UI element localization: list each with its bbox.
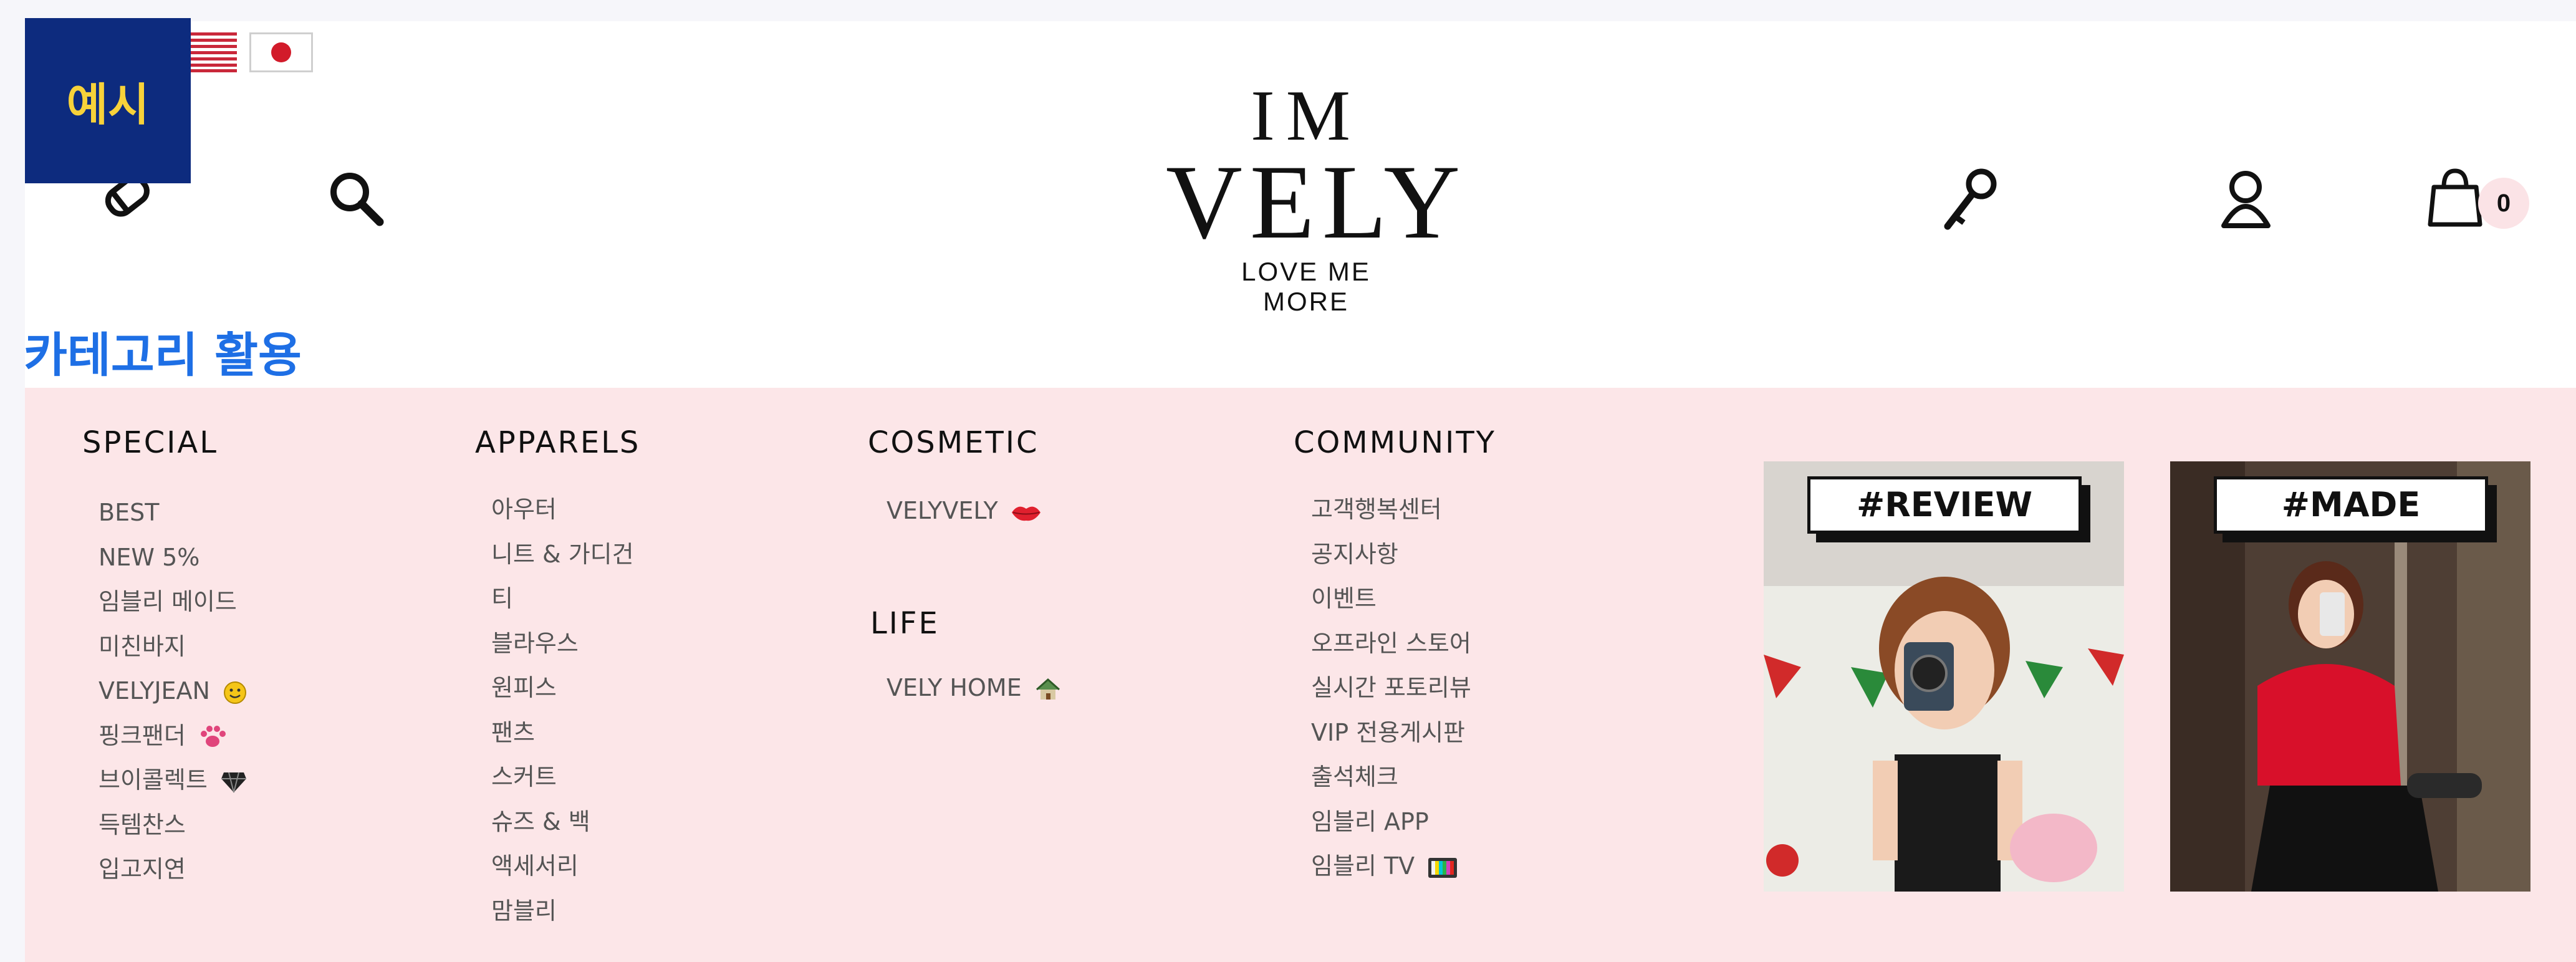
menu-item-vip-board[interactable]: VIP 전용게시판: [1311, 711, 1471, 756]
menu-item-onepiece[interactable]: 원피스: [491, 666, 634, 711]
menu-item-offline-store[interactable]: 오프라인 스토어: [1311, 622, 1471, 666]
menu-item-imvely-app[interactable]: 임블리 APP: [1311, 800, 1471, 845]
brand-logo[interactable]: IM VELY LOVE ME MORE: [1166, 76, 1468, 317]
menu-item-momvely[interactable]: 맘블리: [491, 889, 634, 934]
menu-heading-apparels[interactable]: APPARELS: [475, 425, 640, 460]
made-promo-label: #MADE: [2214, 476, 2488, 534]
menu-item-vely-home[interactable]: VELY HOME: [887, 666, 1062, 711]
example-badge-label: 예시: [66, 79, 150, 131]
menu-item-imvely-made[interactable]: 임블리 메이드: [99, 580, 248, 625]
smiley-icon: [224, 681, 247, 704]
logo-tagline-2: MORE: [1263, 287, 1349, 316]
menu-item-crazy-pants[interactable]: 미친바지: [99, 625, 248, 670]
shopping-bag-icon[interactable]: [2425, 167, 2484, 233]
diamond-icon: [221, 772, 246, 792]
menu-item-new[interactable]: NEW 5%: [99, 536, 248, 580]
paw-icon: [200, 726, 226, 747]
menu-item-velyvely[interactable]: VELYVELY: [887, 489, 1042, 534]
japan-flag-icon[interactable]: [249, 32, 313, 72]
mega-menu: SPECIAL BEST NEW 5% 임블리 메이드 미친바지 VELYJEA…: [25, 388, 2576, 962]
user-icon[interactable]: [2216, 168, 2276, 234]
house-icon: [1036, 678, 1060, 700]
menu-item-knit-cardigan[interactable]: 니트 & 가디건: [491, 532, 634, 577]
menu-heading-community[interactable]: COMMUNITY: [1294, 425, 1496, 460]
menu-item-pants[interactable]: 팬츠: [491, 711, 634, 756]
search-icon[interactable]: [326, 168, 385, 231]
review-promo-card[interactable]: #REVIEW: [1764, 461, 2124, 892]
menu-item-skirt[interactable]: 스커트: [491, 755, 634, 800]
category-section-title: 카테고리 활용: [24, 327, 302, 383]
menu-item-outer[interactable]: 아우터: [491, 488, 634, 532]
menu-item-customer-center[interactable]: 고객행복센터: [1311, 488, 1471, 532]
logo-line-1: IM: [1251, 76, 1362, 156]
logo-tagline-1: LOVE ME: [1241, 257, 1371, 286]
cart-count-badge: 0: [2478, 178, 2529, 229]
menu-item-imvely-tv[interactable]: 임블리 TV: [1311, 844, 1471, 889]
menu-heading-special[interactable]: SPECIAL: [82, 425, 218, 460]
menu-heading-life[interactable]: LIFE: [870, 606, 940, 641]
menu-item-pink-panther[interactable]: 핑크팬더: [99, 714, 248, 759]
review-promo-label: #REVIEW: [1807, 476, 2082, 534]
tv-icon: [1428, 857, 1458, 878]
menu-item-notice[interactable]: 공지사항: [1311, 532, 1471, 577]
menu-item-blouse[interactable]: 블라우스: [491, 622, 634, 666]
menu-item-deal-chance[interactable]: 득템찬스: [99, 803, 248, 848]
made-promo-card[interactable]: #MADE: [2170, 461, 2530, 892]
menu-item-best[interactable]: BEST: [99, 491, 248, 536]
menu-item-attendance[interactable]: 출석체크: [1311, 755, 1471, 800]
menu-item-v-collect[interactable]: 브이콜렉트: [99, 758, 248, 803]
menu-item-tee[interactable]: 티: [491, 577, 634, 622]
menu-heading-cosmetic[interactable]: COSMETIC: [868, 425, 1039, 460]
menu-item-accessory[interactable]: 액세서리: [491, 844, 634, 889]
us-flag-icon[interactable]: [187, 32, 237, 72]
menu-item-event[interactable]: 이벤트: [1311, 577, 1471, 622]
key-icon[interactable]: [1939, 165, 2001, 237]
menu-item-shoes-bag[interactable]: 슈즈 & 백: [491, 800, 634, 845]
menu-item-live-photo-review[interactable]: 실시간 포토리뷰: [1311, 666, 1471, 711]
menu-item-velyjean[interactable]: VELYJEAN: [99, 669, 248, 714]
menu-item-delayed-stock[interactable]: 입고지연: [99, 847, 248, 892]
lips-icon: [1011, 506, 1040, 521]
example-badge: 예시: [25, 18, 191, 183]
logo-line-2: VELY: [1166, 143, 1468, 261]
